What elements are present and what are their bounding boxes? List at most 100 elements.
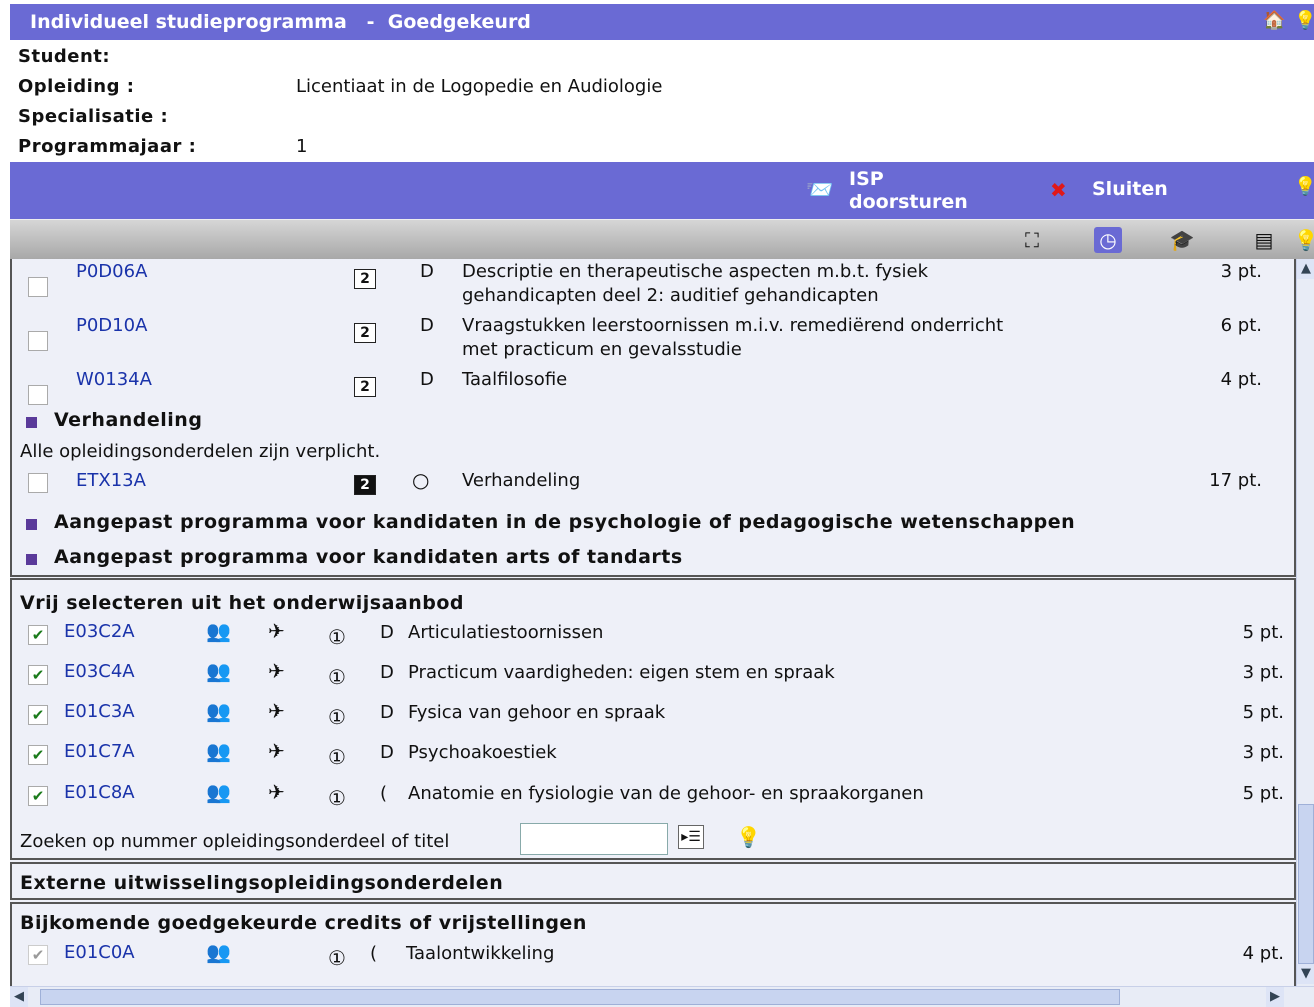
search-input[interactable]	[520, 823, 668, 855]
scroll-down-icon[interactable]: ▼	[1297, 964, 1314, 984]
course-code-link[interactable]: E01C7A	[64, 741, 135, 762]
course-description: Taalfilosofie	[462, 369, 568, 390]
mandatory-note: Alle opleidingsonderdelen zijn verplicht…	[20, 441, 381, 462]
help-bulb-icon[interactable]: 💡	[1294, 10, 1314, 31]
airplane-icon: ✈	[268, 699, 285, 723]
circled-one-icon: ①	[328, 745, 346, 769]
airplane-icon: ✈	[268, 659, 285, 683]
course-description: Taalontwikkeling	[406, 943, 555, 964]
section-title-psychologie: Aangepast programma voor kandidaten in d…	[54, 511, 1076, 533]
course-code-link[interactable]: E01C0A	[64, 942, 135, 963]
course-points: 5 pt.	[1242, 622, 1284, 643]
year-badge: 2	[354, 475, 376, 495]
external-panel: Externe uitwisselingsopleidingsonderdele…	[10, 862, 1296, 900]
programmajaar-value: 1	[296, 136, 308, 157]
section-title-extern: Externe uitwisselingsopleidingsonderdele…	[20, 872, 504, 894]
extra-credits-panel: Bijkomende goedgekeurde credits of vrijs…	[10, 902, 1296, 986]
type-marker: (	[380, 783, 388, 804]
scroll-up-icon[interactable]: ▲	[1297, 259, 1314, 279]
help-bulb-icon[interactable]: 💡	[1294, 176, 1314, 197]
course-checkbox-checked[interactable]: ✔	[28, 665, 48, 685]
search-list-icon[interactable]: ▸☰	[678, 825, 704, 849]
close-label: Sluiten	[1092, 178, 1168, 200]
graduation-icon[interactable]: 🎓	[1168, 227, 1196, 253]
type-marker: D	[420, 369, 434, 390]
send-document-icon: 📨	[806, 178, 834, 203]
course-points: 3 pt.	[1242, 742, 1284, 763]
toolbar: ⛶ ◷ 🎓 ▤ 💡	[10, 219, 1314, 259]
section-title-bijkomend: Bijkomende goedgekeurde credits of vrijs…	[20, 912, 587, 934]
help-bulb-icon[interactable]: 💡	[1292, 227, 1314, 253]
course-code-link[interactable]: P0D06A	[76, 261, 147, 282]
vertical-scrollbar[interactable]: ▲ ▼	[1296, 259, 1314, 986]
type-marker: D	[380, 622, 394, 643]
course-code-link[interactable]: W0134A	[76, 369, 152, 390]
airplane-icon: ✈	[268, 780, 285, 804]
circled-one-icon: ①	[328, 946, 346, 970]
course-description: Practicum vaardigheden: eigen stem en sp…	[408, 662, 835, 683]
year-badge: 2	[354, 269, 376, 289]
type-marker: D	[380, 702, 394, 723]
clock-icon[interactable]: ◷	[1094, 227, 1122, 253]
course-points: 17 pt.	[1209, 470, 1262, 491]
year-badge: 2	[354, 377, 376, 397]
list-icon[interactable]: ▤	[1250, 227, 1278, 253]
scroll-right-icon[interactable]: ▶	[1266, 987, 1284, 1007]
persons-icon: 👥	[206, 739, 231, 763]
course-description: Vraagstukken leerstoornissen m.i.v. reme…	[462, 315, 1004, 360]
tree-icon[interactable]: ⛶	[1018, 227, 1046, 253]
isp-send-label-2: doorsturen	[849, 191, 968, 213]
course-code-link[interactable]: E01C3A	[64, 701, 135, 722]
circled-one-icon: ①	[328, 705, 346, 729]
type-marker: D	[380, 742, 394, 763]
home-icon[interactable]: 🏠	[1263, 10, 1285, 31]
course-code-link[interactable]: E03C4A	[64, 661, 135, 682]
course-checkbox-checked[interactable]: ✔	[28, 705, 48, 725]
section-title-verhandeling: Verhandeling	[54, 409, 203, 431]
course-description: Articulatiestoornissen	[408, 622, 604, 643]
course-checkbox[interactable]	[28, 385, 48, 405]
scroll-left-icon[interactable]: ◀	[10, 987, 28, 1007]
opleiding-label: Opleiding :	[18, 76, 135, 97]
search-label: Zoeken op nummer opleidingsonderdeel of …	[20, 831, 450, 852]
program-list: P0D06A 2 D Descriptie en therapeutische …	[10, 259, 1296, 986]
circled-one-icon: ①	[328, 786, 346, 810]
horizontal-scrollbar[interactable]: ◀ ▶	[10, 986, 1314, 1007]
course-points: 5 pt.	[1242, 702, 1284, 723]
course-points: 3 pt.	[1220, 261, 1262, 282]
airplane-icon: ✈	[268, 619, 285, 643]
help-bulb-icon[interactable]: 💡	[736, 825, 761, 849]
course-code-link[interactable]: E01C8A	[64, 782, 135, 803]
section-bullet	[26, 554, 37, 565]
course-code-link[interactable]: P0D10A	[76, 315, 147, 336]
course-points: 4 pt.	[1242, 943, 1284, 964]
scroll-thumb[interactable]	[1298, 804, 1314, 964]
student-label: Student:	[18, 46, 111, 67]
persons-icon: 👥	[206, 659, 231, 683]
mandatory-panel: P0D06A 2 D Descriptie en therapeutische …	[10, 259, 1296, 577]
opleiding-value: Licentiaat in de Logopedie en Audiologie	[296, 76, 663, 97]
course-points: 4 pt.	[1220, 369, 1262, 390]
course-checkbox[interactable]	[28, 331, 48, 351]
course-description: Fysica van gehoor en spraak	[408, 702, 666, 723]
course-checkbox-checked[interactable]: ✔	[28, 786, 48, 806]
title-bar: Individueel studieprogramma - Goedgekeur…	[10, 4, 1314, 40]
section-bullet	[26, 417, 37, 428]
specialisatie-label: Specialisatie :	[18, 106, 169, 127]
circled-one-icon: ①	[328, 665, 346, 689]
programmajaar-label: Programmajaar :	[18, 136, 197, 157]
window-title: Individueel studieprogramma - Goedgekeur…	[30, 11, 531, 33]
circled-one-icon: ①	[328, 625, 346, 649]
course-code-link[interactable]: ETX13A	[76, 470, 146, 491]
course-checkbox[interactable]	[28, 277, 48, 297]
course-description: Psychoakoestiek	[408, 742, 557, 763]
course-code-link[interactable]: E03C2A	[64, 621, 135, 642]
isp-send-label-1: ISP	[849, 168, 884, 190]
course-checkbox[interactable]	[28, 473, 48, 493]
course-checkbox-checked[interactable]: ✔	[28, 745, 48, 765]
year-badge: 2	[354, 323, 376, 343]
type-marker: (	[370, 943, 378, 964]
scroll-thumb[interactable]	[40, 989, 1120, 1005]
action-bar: 📨 ISP doorsturen ✖ Sluiten 💡	[10, 162, 1314, 219]
course-checkbox-checked[interactable]: ✔	[28, 625, 48, 645]
